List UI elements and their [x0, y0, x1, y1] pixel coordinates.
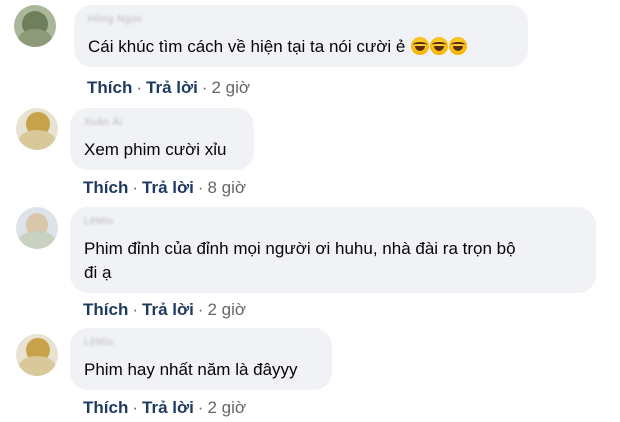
avatar[interactable] — [16, 207, 58, 249]
reply-button[interactable]: Trả lời — [142, 300, 194, 320]
separator-dot: · — [197, 178, 204, 197]
comment-timestamp[interactable]: 2 giờ — [207, 300, 246, 320]
like-button[interactable]: Thích — [87, 78, 132, 98]
separator-dot: · — [132, 300, 139, 319]
comment-timestamp[interactable]: 2 giờ — [207, 398, 246, 418]
comment-bubble: LệMiu Phim hay nhất năm là đâyyy — [70, 328, 332, 390]
comment-author[interactable]: Hồng Ngọc — [88, 14, 143, 25]
laughing-crying-emoji-icon — [430, 37, 449, 55]
comment-actions: Thích · Trả lời · 2 giờ — [83, 398, 246, 418]
comment-actions: Thích · Trả lời · 2 giờ — [83, 300, 246, 320]
separator-dot: · — [132, 178, 139, 197]
like-button[interactable]: Thích — [83, 398, 128, 418]
separator-dot: · — [197, 398, 204, 417]
comment-actions: Thích · Trả lời · 8 giờ — [83, 178, 246, 198]
avatar[interactable] — [16, 108, 58, 150]
avatar[interactable] — [14, 5, 56, 47]
comment-text-line-1: Phim đỉnh của đỉnh mọi người ơi huhu, nh… — [84, 239, 516, 258]
comment-bubble: Xuân Ái Xem phim cười xỉu — [70, 108, 254, 170]
laughing-crying-emoji-icon — [449, 37, 468, 55]
comment-author[interactable]: LệMiu — [84, 216, 114, 227]
comment-actions: Thích · Trả lời · 2 giờ — [87, 78, 250, 98]
comment-bubble: LệMiu Phim đỉnh của đỉnh mọi người ơi hu… — [70, 207, 596, 293]
comment-timestamp[interactable]: 8 giờ — [207, 178, 246, 198]
comment-bubble: Hồng Ngọc Cái khúc tìm cách về hiện tại … — [74, 5, 528, 67]
reply-button[interactable]: Trả lời — [142, 398, 194, 418]
comment-text-line-2: đi ạ — [84, 263, 112, 282]
comment-author[interactable]: Xuân Ái — [84, 117, 123, 128]
laughing-crying-emoji-icon — [411, 37, 430, 55]
separator-dot: · — [136, 78, 143, 97]
comment-text-row: Cái khúc tìm cách về hiện tại ta nói cườ… — [88, 35, 468, 59]
avatar[interactable] — [16, 334, 58, 376]
like-button[interactable]: Thích — [83, 178, 128, 198]
separator-dot: · — [197, 300, 204, 319]
separator-dot: · — [201, 78, 208, 97]
comment-text: Phim hay nhất năm là đâyyy — [84, 360, 298, 379]
comment-author[interactable]: LệMiu — [84, 337, 114, 348]
comment-text: Cái khúc tìm cách về hiện tại ta nói cườ… — [88, 37, 406, 56]
like-button[interactable]: Thích — [83, 300, 128, 320]
separator-dot: · — [132, 398, 139, 417]
comment-text: Xem phim cười xỉu — [84, 140, 227, 159]
reply-button[interactable]: Trả lời — [146, 78, 198, 98]
reply-button[interactable]: Trả lời — [142, 178, 194, 198]
comment-timestamp[interactable]: 2 giờ — [211, 78, 250, 98]
